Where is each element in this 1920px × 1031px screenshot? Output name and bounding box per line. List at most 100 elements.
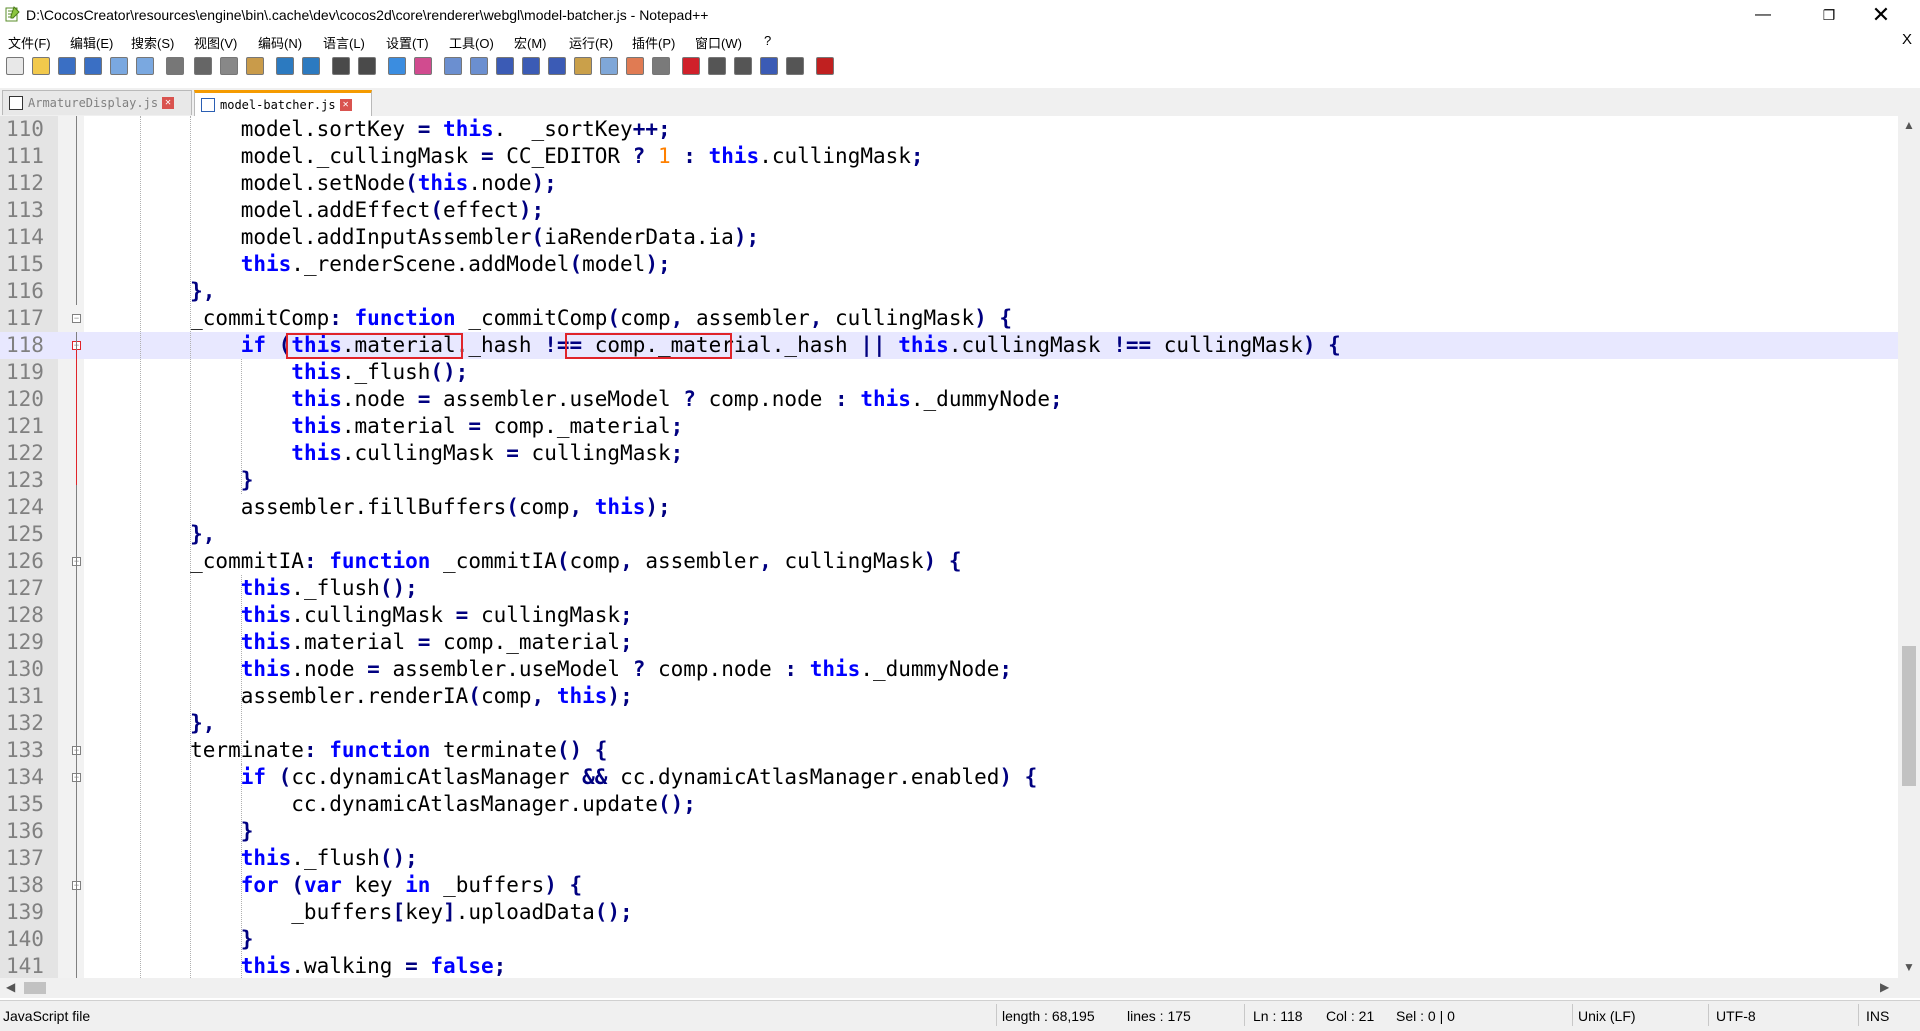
code-line[interactable]: 141 this.walking = false; [0, 953, 1898, 978]
tab-close-icon[interactable]: ✕ [162, 97, 175, 109]
menu-view[interactable]: 视图(V) [194, 33, 237, 52]
code-line[interactable]: 134 if (cc.dynamicAtlasManager && cc.dyn… [0, 764, 1898, 791]
find-icon[interactable] [332, 57, 350, 75]
code-line[interactable]: 111 model._cullingMask = CC_EDITOR ? 1 :… [0, 143, 1898, 170]
show-all-chars-icon[interactable] [522, 57, 540, 75]
code-line[interactable]: 121 this.material = comp._material; [0, 413, 1898, 440]
code-line[interactable]: 139 _buffers[key].uploadData(); [0, 899, 1898, 926]
record-macro-icon[interactable] [682, 57, 700, 75]
scroll-left-icon[interactable]: ◀ [6, 980, 15, 994]
code-line[interactable]: 122 this.cullingMask = cullingMask; [0, 440, 1898, 467]
menu-file[interactable]: 文件(F) [8, 33, 51, 52]
scroll-right-icon[interactable]: ▶ [1880, 980, 1889, 994]
close-window-button[interactable]: ✕ [1858, 0, 1904, 30]
menu-run[interactable]: 运行(R) [569, 33, 613, 52]
zoom-out-icon[interactable] [414, 57, 432, 75]
restore-button[interactable]: ❐ [1806, 0, 1852, 30]
fold-line [76, 764, 77, 978]
code-line[interactable]: 110 model.sortKey = this. _sortKey++; [0, 116, 1898, 143]
code-line[interactable]: 136 } [0, 818, 1898, 845]
play-macro-icon[interactable] [734, 57, 752, 75]
sync-h-icon[interactable] [470, 57, 488, 75]
copy-icon[interactable] [220, 57, 238, 75]
code-line[interactable]: 120 this.node = assembler.useModel ? com… [0, 386, 1898, 413]
code-line[interactable]: 131 assembler.renderIA(comp, this); [0, 683, 1898, 710]
menu-language[interactable]: 语言(L) [323, 33, 365, 52]
stop-macro-icon[interactable] [708, 57, 726, 75]
folder-as-workspace-icon[interactable] [626, 57, 644, 75]
menu-tools[interactable]: 工具(O) [449, 33, 494, 52]
code-line[interactable]: 124 assembler.fillBuffers(comp, this); [0, 494, 1898, 521]
code-line[interactable]: 112 model.setNode(this.node); [0, 170, 1898, 197]
minimize-button[interactable]: — [1740, 0, 1786, 30]
spell-check-icon[interactable] [816, 57, 834, 75]
menu-plugins[interactable]: 插件(P) [632, 33, 675, 52]
menu-settings[interactable]: 设置(T) [386, 33, 429, 52]
fold-toggle-icon[interactable]: − [72, 314, 81, 323]
code-line[interactable]: 140 } [0, 926, 1898, 953]
save-icon[interactable] [58, 57, 76, 75]
code-token: { [948, 549, 962, 573]
code-line[interactable]: 135 cc.dynamicAtlasManager.update(); [0, 791, 1898, 818]
zoom-in-icon[interactable] [388, 57, 406, 75]
code-line[interactable]: 128 this.cullingMask = cullingMask; [0, 602, 1898, 629]
paste-icon[interactable] [246, 57, 264, 75]
code-line[interactable]: 113 model.addEffect(effect); [0, 197, 1898, 224]
code-line[interactable]: 129 this.material = comp._material; [0, 629, 1898, 656]
save-all-icon[interactable] [84, 57, 102, 75]
doc-map-icon[interactable] [574, 57, 592, 75]
replace-icon[interactable] [358, 57, 376, 75]
undo-icon[interactable] [276, 57, 294, 75]
code-line[interactable]: 130 this.node = assembler.useModel ? com… [0, 656, 1898, 683]
status-separator [1572, 1004, 1573, 1026]
monitor-icon[interactable] [652, 57, 670, 75]
menu-window[interactable]: 窗口(W) [695, 33, 742, 52]
menu-edit[interactable]: 编辑(E) [70, 33, 113, 52]
menu-search[interactable]: 搜索(S) [131, 33, 174, 52]
redo-icon[interactable] [302, 57, 320, 75]
horizontal-scroll-thumb[interactable] [24, 982, 46, 994]
code-line[interactable]: 114 model.addInputAssembler(iaRenderData… [0, 224, 1898, 251]
vertical-scrollbar[interactable]: ▲ ▼ [1898, 116, 1920, 978]
code-line[interactable]: 137 this._flush(); [0, 845, 1898, 872]
scroll-up-icon[interactable]: ▲ [1903, 118, 1915, 132]
code-line[interactable]: 119 this._flush(); [0, 359, 1898, 386]
function-list-icon[interactable] [600, 57, 618, 75]
cut-icon[interactable] [194, 57, 212, 75]
tab-model-batcher[interactable]: model-batcher.js ✕ [194, 90, 372, 116]
code-text: this._flush(); [89, 845, 418, 872]
code-line[interactable]: 126 _commitIA: function _commitIA(comp, … [0, 548, 1898, 575]
sync-v-icon[interactable] [444, 57, 462, 75]
code-line[interactable]: 133 terminate: function terminate() { [0, 737, 1898, 764]
menu-help[interactable]: ? [764, 33, 771, 48]
indent-guide-icon[interactable] [548, 57, 566, 75]
close-document-button[interactable]: X [1902, 31, 1912, 48]
code-line[interactable]: 118 if (this.material._hash !== comp._ma… [0, 332, 1898, 359]
code-token: = [417, 387, 431, 411]
run-macro-multiple-icon[interactable] [760, 57, 778, 75]
scroll-down-icon[interactable]: ▼ [1903, 960, 1915, 974]
tab-armature-display[interactable]: ArmatureDisplay.js ✕ [2, 90, 192, 115]
print-icon[interactable] [166, 57, 184, 75]
close-all-icon[interactable] [136, 57, 154, 75]
menu-encoding[interactable]: 编码(N) [258, 33, 302, 52]
new-file-icon[interactable] [6, 57, 24, 75]
close-icon[interactable] [110, 57, 128, 75]
vertical-scroll-thumb[interactable] [1902, 646, 1916, 786]
code-line[interactable]: 115 this._renderScene.addModel(model); [0, 251, 1898, 278]
code-line[interactable]: 123 } [0, 467, 1898, 494]
tab-close-icon[interactable]: ✕ [339, 98, 352, 111]
code-token: (); [430, 360, 469, 384]
code-line[interactable]: 117 _commitComp: function _commitComp(co… [0, 305, 1898, 332]
menu-macro[interactable]: 宏(M) [514, 33, 547, 52]
code-line[interactable]: 116 }, [0, 278, 1898, 305]
code-line[interactable]: 127 this._flush(); [0, 575, 1898, 602]
code-editor[interactable]: 110 model.sortKey = this. _sortKey++; 111… [0, 116, 1898, 978]
code-line[interactable]: 125 }, [0, 521, 1898, 548]
wrap-icon[interactable] [496, 57, 514, 75]
code-line[interactable]: 132 }, [0, 710, 1898, 737]
save-macro-icon[interactable] [786, 57, 804, 75]
horizontal-scrollbar[interactable]: ◀ ▶ [0, 978, 1920, 998]
open-file-icon[interactable] [32, 57, 50, 75]
code-line[interactable]: 138 for (var key in _buffers) { [0, 872, 1898, 899]
